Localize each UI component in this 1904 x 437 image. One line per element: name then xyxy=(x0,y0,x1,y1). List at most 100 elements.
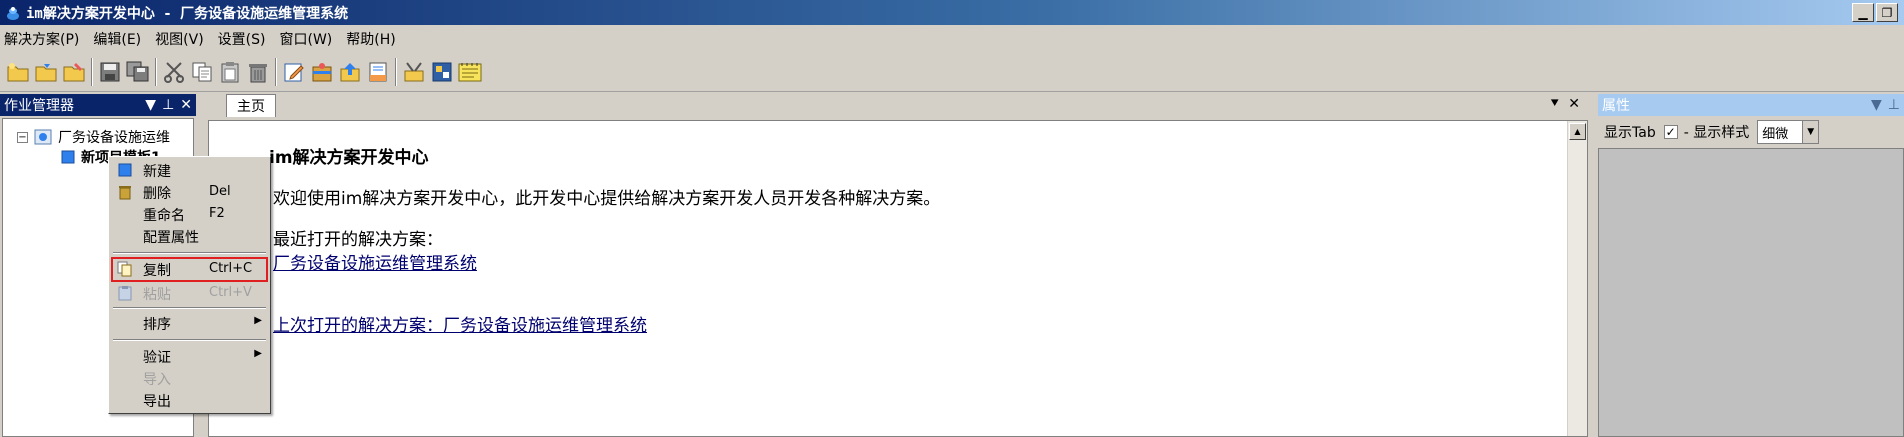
clipboard-icon xyxy=(117,285,133,301)
show-tab-checkbox[interactable]: ✓ xyxy=(1663,125,1678,139)
copy-icon xyxy=(117,261,133,277)
toolbar-separator xyxy=(155,57,157,86)
toolbar-separator xyxy=(275,57,277,86)
trash-icon xyxy=(117,184,133,200)
template-icon xyxy=(432,62,452,81)
menu-item-label: 删除 xyxy=(143,186,171,202)
tab-label: 主页 xyxy=(237,99,265,115)
chevron-right-icon: ▶ xyxy=(254,348,262,359)
window-title: im解决方案开发中心 - 厂务设备设施运维管理系统 xyxy=(26,5,349,22)
project-icon xyxy=(61,150,75,164)
build-button[interactable] xyxy=(400,57,428,87)
close-tab-icon[interactable]: ✕ xyxy=(1568,96,1580,112)
pin-icon[interactable]: ⊥ xyxy=(162,97,174,113)
menu-item-validate[interactable]: 验证 ▶ xyxy=(111,345,268,367)
menu-item-label: 重命名 xyxy=(143,208,185,224)
package-button[interactable] xyxy=(308,57,336,87)
menu-item-delete[interactable]: 删除 Del xyxy=(111,181,268,203)
folder-edit-icon xyxy=(63,62,85,81)
properties-header: 属性 ▼ ⊥ xyxy=(1598,94,1904,116)
last-opened-solution-link[interactable]: 上次打开的解决方案：厂务设备设施运维管理系统 xyxy=(273,311,647,336)
display-style-value: 细微 xyxy=(1762,126,1789,142)
toolbar-separator xyxy=(395,57,397,86)
display-style-select[interactable]: 细微 ▼ xyxy=(1757,120,1820,144)
scroll-up-button[interactable]: ▲ xyxy=(1569,123,1586,140)
home-page: im解决方案开发中心 欢迎使用im解决方案开发中心，此开发中心提供给解决方案开发… xyxy=(208,120,1588,437)
save-all-button[interactable] xyxy=(124,57,152,87)
new-icon xyxy=(117,162,133,178)
menu-help[interactable]: 帮助(H) xyxy=(346,29,395,49)
menu-item-shortcut: F2 xyxy=(209,206,225,221)
chevron-right-icon: ▶ xyxy=(254,315,262,326)
minimize-button[interactable]: ▁ xyxy=(1852,3,1874,22)
menu-window[interactable]: 窗口(W) xyxy=(279,29,332,49)
cut-button[interactable] xyxy=(160,57,188,87)
new-folder-icon xyxy=(7,62,29,81)
title-bar: im解决方案开发中心 - 厂务设备设施运维管理系统 ▁ ❐ xyxy=(0,0,1904,25)
template-button[interactable] xyxy=(428,57,456,87)
trash-icon xyxy=(249,63,267,82)
menu-separator xyxy=(113,339,266,341)
menu-item-rename[interactable]: 重命名 F2 xyxy=(111,203,268,225)
publish-button[interactable] xyxy=(364,57,392,87)
tab-strip: 主页 ⯆ ✕ xyxy=(200,94,1588,118)
vertical-scrollbar[interactable]: ▲ xyxy=(1567,121,1587,436)
edit-solution-button[interactable] xyxy=(60,57,88,87)
dropdown-icon[interactable]: ▼ xyxy=(145,97,156,113)
menu-item-shortcut: Ctrl+C xyxy=(209,261,253,276)
menu-item-copy[interactable]: 复制 Ctrl+C xyxy=(111,257,268,282)
menu-item-label: 验证 xyxy=(143,350,171,366)
menu-item-import[interactable]: 导入 xyxy=(111,367,268,389)
upload-button[interactable] xyxy=(336,57,364,87)
minimize-icon: ▁ xyxy=(1858,5,1868,20)
notes-button[interactable] xyxy=(456,57,484,87)
menu-item-config[interactable]: 配置属性 xyxy=(111,225,268,247)
open-solution-button[interactable] xyxy=(32,57,60,87)
app-icon xyxy=(4,4,22,22)
chevron-down-icon: ▼ xyxy=(1802,121,1819,143)
package-icon xyxy=(312,62,332,81)
restore-button[interactable]: ❐ xyxy=(1876,3,1898,22)
save-icon xyxy=(100,62,120,81)
edit-button[interactable] xyxy=(280,57,308,87)
new-solution-button[interactable] xyxy=(4,57,32,87)
clipboard-icon xyxy=(221,61,239,82)
menu-separator xyxy=(113,252,266,254)
menu-item-sort[interactable]: 排序 ▶ xyxy=(111,312,268,334)
dropdown-icon[interactable]: ▼ xyxy=(1871,97,1882,113)
tree-node-root[interactable]: − 厂务设备设施运维 xyxy=(17,127,170,147)
menu-item-label: 排序 xyxy=(143,317,171,333)
build-icon xyxy=(404,61,424,81)
properties-panel: 属性 ▼ ⊥ 显示Tab ✓ - 显示样式 细微 ▼ xyxy=(1598,94,1904,437)
properties-grid xyxy=(1598,148,1904,437)
close-icon[interactable]: ✕ xyxy=(180,97,192,113)
tab-list-icon[interactable]: ⯆ xyxy=(1549,96,1560,112)
menu-item-export[interactable]: 导出 xyxy=(111,389,268,411)
paste-button[interactable] xyxy=(216,57,244,87)
properties-title: 属性 xyxy=(1602,98,1630,114)
delete-button[interactable] xyxy=(244,57,272,87)
save-button[interactable] xyxy=(96,57,124,87)
menu-item-label: 复制 xyxy=(143,263,171,279)
menu-item-label: 配置属性 xyxy=(143,230,199,246)
toolbar xyxy=(0,52,1904,92)
tab-home[interactable]: 主页 xyxy=(226,94,276,117)
menu-item-paste[interactable]: 粘贴 Ctrl+V xyxy=(111,282,268,304)
page-title: im解决方案开发中心 xyxy=(269,148,429,168)
checkmark-icon: ✓ xyxy=(1665,125,1676,139)
menu-view[interactable]: 视图(V) xyxy=(155,29,204,49)
menu-edit[interactable]: 编辑(E) xyxy=(93,29,141,49)
recent-solutions-label: 最近打开的解决方案： xyxy=(273,230,443,250)
menu-separator xyxy=(113,307,266,309)
tab-tools: ⯆ ✕ xyxy=(1549,96,1580,112)
menu-settings[interactable]: 设置(S) xyxy=(218,29,266,49)
menu-item-shortcut: Del xyxy=(209,184,231,199)
copy-button[interactable] xyxy=(188,57,216,87)
recent-solution-link[interactable]: 厂务设备设施运维管理系统 xyxy=(273,249,477,274)
menu-item-new[interactable]: 新建 xyxy=(111,159,268,181)
properties-toolbar: 显示Tab ✓ - 显示样式 细微 ▼ xyxy=(1598,118,1904,146)
menu-solution[interactable]: 解决方案(P) xyxy=(4,29,79,49)
open-folder-icon xyxy=(35,63,57,81)
pin-icon[interactable]: ⊥ xyxy=(1888,97,1900,113)
collapse-icon[interactable]: − xyxy=(17,131,28,143)
